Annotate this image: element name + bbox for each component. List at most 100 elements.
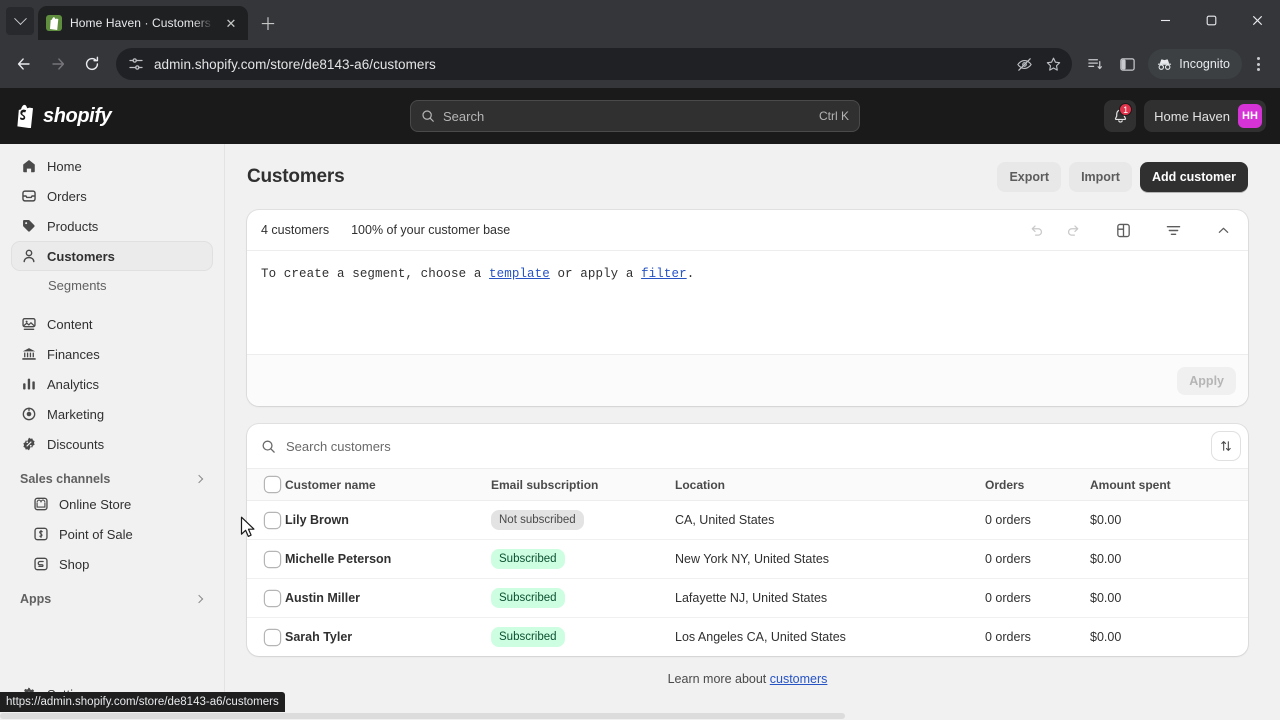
collapse-segment-button[interactable] [1210,217,1236,243]
page-title: Customers [247,166,345,187]
product-tag-icon [20,218,37,235]
add-customer-button[interactable]: Add customer [1139,162,1248,192]
cell-email-subscription: Subscribed [491,578,675,618]
search-customers-input[interactable]: Search customers [286,439,1202,454]
column-header-amount-spent[interactable]: Amount spent [1090,468,1248,501]
new-tab-button[interactable]: ＋ [254,8,282,36]
app-topbar: shopify Search Ctrl K 1 Home Haven HH [0,88,1280,144]
shop-icon [32,556,49,573]
tune-icon[interactable] [128,56,144,72]
cell-amount-spent: $0.00 [1090,630,1122,644]
global-search-input[interactable]: Search Ctrl K [410,100,860,132]
orders-inbox-icon [20,188,37,205]
sidebar-item-label: Point of Sale [59,526,133,542]
bank-icon [20,346,37,363]
incognito-label: Incognito [1179,57,1230,71]
redo-button[interactable] [1060,217,1086,243]
status-badge: Subscribed [491,549,565,569]
import-button[interactable]: Import [1069,162,1132,192]
shopify-logo[interactable]: shopify [14,104,112,129]
window-maximize-button[interactable] [1188,0,1234,40]
window-close-button[interactable] [1234,0,1280,40]
incognito-indicator[interactable]: Incognito [1148,49,1242,79]
sidebar-item-label: Customers [47,248,115,264]
side-panel-icon[interactable] [1112,49,1142,79]
cell-customer-name[interactable]: Lily Brown [285,500,491,540]
horizontal-scrollbar[interactable] [0,712,1280,720]
table-row[interactable]: Austin Miller Subscribed Lafayette NJ, U… [247,578,1248,618]
table-search-row: Search customers [247,424,1248,468]
segment-query-editor[interactable]: To create a segment, choose a template o… [247,251,1248,354]
sidebar-subitem-segments[interactable]: Segments [12,272,212,298]
sidebar-item-shop[interactable]: Shop [12,550,212,578]
cell-email-subscription: Not subscribed [491,500,675,540]
column-header-email-subscription[interactable]: Email subscription [491,468,675,501]
eye-slash-icon[interactable] [1016,56,1033,73]
sort-button[interactable] [1212,432,1240,460]
table-row[interactable]: Sarah Tyler Subscribed Los Angeles CA, U… [247,618,1248,657]
sidebar-item-point-of-sale[interactable]: Point of Sale [12,520,212,548]
forward-button[interactable] [42,48,74,80]
back-button[interactable] [8,48,40,80]
browser-tab[interactable]: Home Haven · Customers · Sho ✕ [38,6,248,40]
select-all-checkbox[interactable] [247,468,285,501]
column-header-orders[interactable]: Orders [985,468,1090,501]
undo-button[interactable] [1024,217,1050,243]
sidebar-item-finances[interactable]: Finances [12,340,212,368]
cell-customer-name[interactable]: Sarah Tyler [285,618,491,657]
store-switcher-button[interactable]: Home Haven HH [1144,100,1266,132]
customers-help-link[interactable]: customers [770,672,828,686]
scrollbar-thumb[interactable] [0,713,845,719]
sidebar-item-analytics[interactable]: Analytics [12,370,212,398]
browser-chrome: Home Haven · Customers · Sho ✕ ＋ [0,0,1280,88]
sidebar-item-orders[interactable]: Orders [12,182,212,210]
shopify-wordmark: shopify [43,104,112,127]
sidebar-item-home[interactable]: Home [12,152,212,180]
reading-list-icon[interactable] [1080,49,1110,79]
apply-button[interactable]: Apply [1177,366,1236,395]
sidebar-item-products[interactable]: Products [12,212,212,240]
columns-layout-button[interactable] [1110,217,1136,243]
filter-button[interactable] [1160,217,1186,243]
star-icon[interactable] [1045,56,1062,73]
address-bar[interactable]: admin.shopify.com/store/de8143-a6/custom… [116,48,1073,80]
sidebar-item-label: Analytics [47,376,100,392]
sidebar-item-content[interactable]: Content [12,310,212,338]
sidebar-item-online-store[interactable]: Online Store [12,490,212,518]
reload-button[interactable] [76,48,108,80]
tab-close-button[interactable]: ✕ [222,14,240,32]
tab-strip: Home Haven · Customers · Sho ✕ ＋ [0,0,1280,40]
segment-filter-link[interactable]: filter [641,267,687,281]
column-header-customer-name[interactable]: Customer name [285,468,491,501]
checkbox-icon [265,512,280,528]
segment-card-footer: Apply [247,354,1248,406]
kebab-menu-icon[interactable] [1244,49,1272,79]
cell-orders: 0 orders [985,539,1090,579]
sidebar-item-marketing[interactable]: Marketing [12,400,212,428]
notifications-button[interactable]: 1 [1104,100,1137,132]
status-badge: Not subscribed [491,510,584,530]
sidebar-section-sales-channels[interactable]: Sales channels [20,472,210,486]
sidebar-item-customers[interactable]: Customers [12,242,212,270]
row-checkbox[interactable] [247,539,285,579]
cell-customer-name[interactable]: Michelle Peterson [285,539,491,579]
segment-template-link[interactable]: template [489,267,550,281]
row-checkbox[interactable] [247,578,285,618]
bar-chart-icon [20,376,37,393]
cell-orders: 0 orders [985,500,1090,540]
row-checkbox[interactable] [247,618,285,657]
tab-search-dropdown-button[interactable] [6,7,34,35]
window-minimize-button[interactable] [1142,0,1188,40]
sidebar-item-discounts[interactable]: Discounts [12,430,212,458]
customer-count-label: 4 customers [261,223,330,237]
row-checkbox[interactable] [247,500,285,540]
table-row[interactable]: Michelle Peterson Subscribed New York NY… [247,539,1248,579]
table-row[interactable]: Lily Brown Not subscribed CA, United Sta… [247,500,1248,540]
export-button[interactable]: Export [997,162,1062,192]
search-icon [421,109,435,123]
reload-icon [85,56,99,71]
cell-customer-name[interactable]: Austin Miller [285,578,491,618]
page-actions: Export Import Add customer [997,162,1248,192]
column-header-location[interactable]: Location [675,468,985,501]
sidebar-section-apps[interactable]: Apps [20,592,210,606]
